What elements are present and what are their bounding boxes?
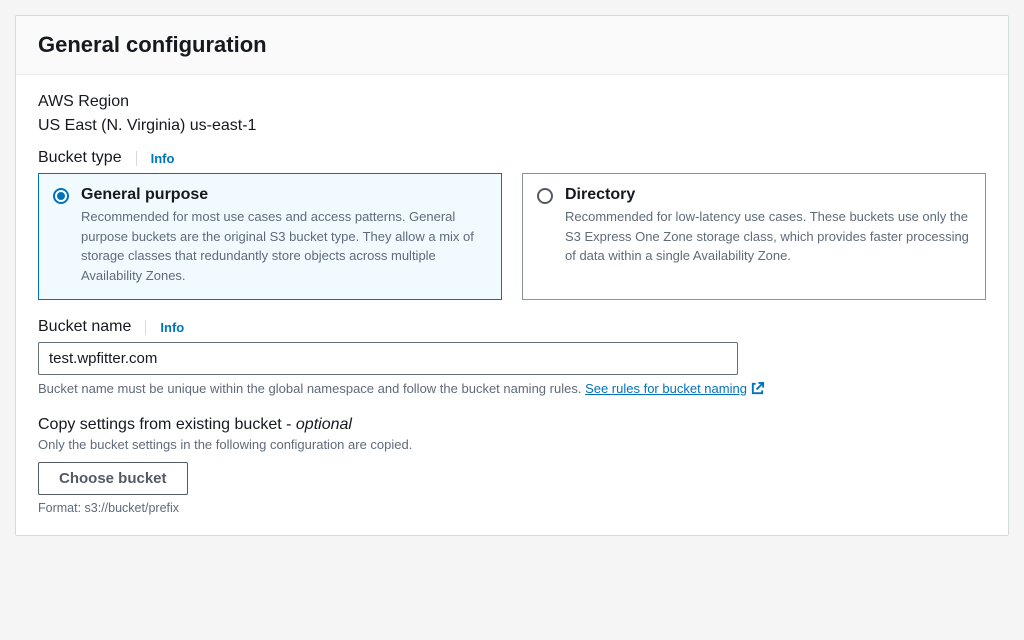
copy-settings-format-hint: Format: s3://bucket/prefix — [38, 501, 986, 515]
tile-title: General purpose — [81, 186, 487, 204]
bucket-type-general-purpose[interactable]: General purpose Recommended for most use… — [38, 173, 502, 300]
external-link-icon — [747, 381, 765, 396]
tile-description: Recommended for low-latency use cases. T… — [565, 207, 971, 266]
panel-body: AWS Region US East (N. Virginia) us-east… — [16, 75, 1008, 535]
radio-icon — [537, 188, 553, 204]
bucket-type-label-row: Bucket type Info — [38, 149, 986, 167]
bucket-name-label-row: Bucket name Info — [38, 318, 986, 336]
bucket-name-input[interactable] — [38, 342, 738, 375]
copy-settings-label: Copy settings from existing bucket - opt… — [38, 416, 986, 434]
bucket-type-label: Bucket type — [38, 149, 122, 167]
aws-region-value: US East (N. Virginia) us-east-1 — [38, 117, 986, 135]
panel-title: General configuration — [38, 32, 986, 58]
bucket-type-info-link[interactable]: Info — [136, 151, 175, 166]
bucket-name-hint-text: Bucket name must be unique within the gl… — [38, 381, 585, 396]
aws-region-label: AWS Region — [38, 93, 986, 111]
bucket-name-hint: Bucket name must be unique within the gl… — [38, 381, 986, 396]
copy-settings-description: Only the bucket settings in the followin… — [38, 437, 986, 452]
bucket-naming-rules-link[interactable]: See rules for bucket naming — [585, 381, 765, 396]
aws-region-block: AWS Region US East (N. Virginia) us-east… — [38, 93, 986, 135]
bucket-name-label: Bucket name — [38, 318, 131, 336]
tile-title: Directory — [565, 186, 971, 204]
bucket-type-directory[interactable]: Directory Recommended for low-latency us… — [522, 173, 986, 300]
general-configuration-panel: General configuration AWS Region US East… — [15, 15, 1009, 536]
tile-description: Recommended for most use cases and acces… — [81, 207, 487, 285]
radio-icon — [53, 188, 69, 204]
choose-bucket-button[interactable]: Choose bucket — [38, 462, 188, 495]
panel-header: General configuration — [16, 16, 1008, 75]
bucket-name-info-link[interactable]: Info — [145, 320, 184, 335]
bucket-type-options: General purpose Recommended for most use… — [38, 173, 986, 300]
